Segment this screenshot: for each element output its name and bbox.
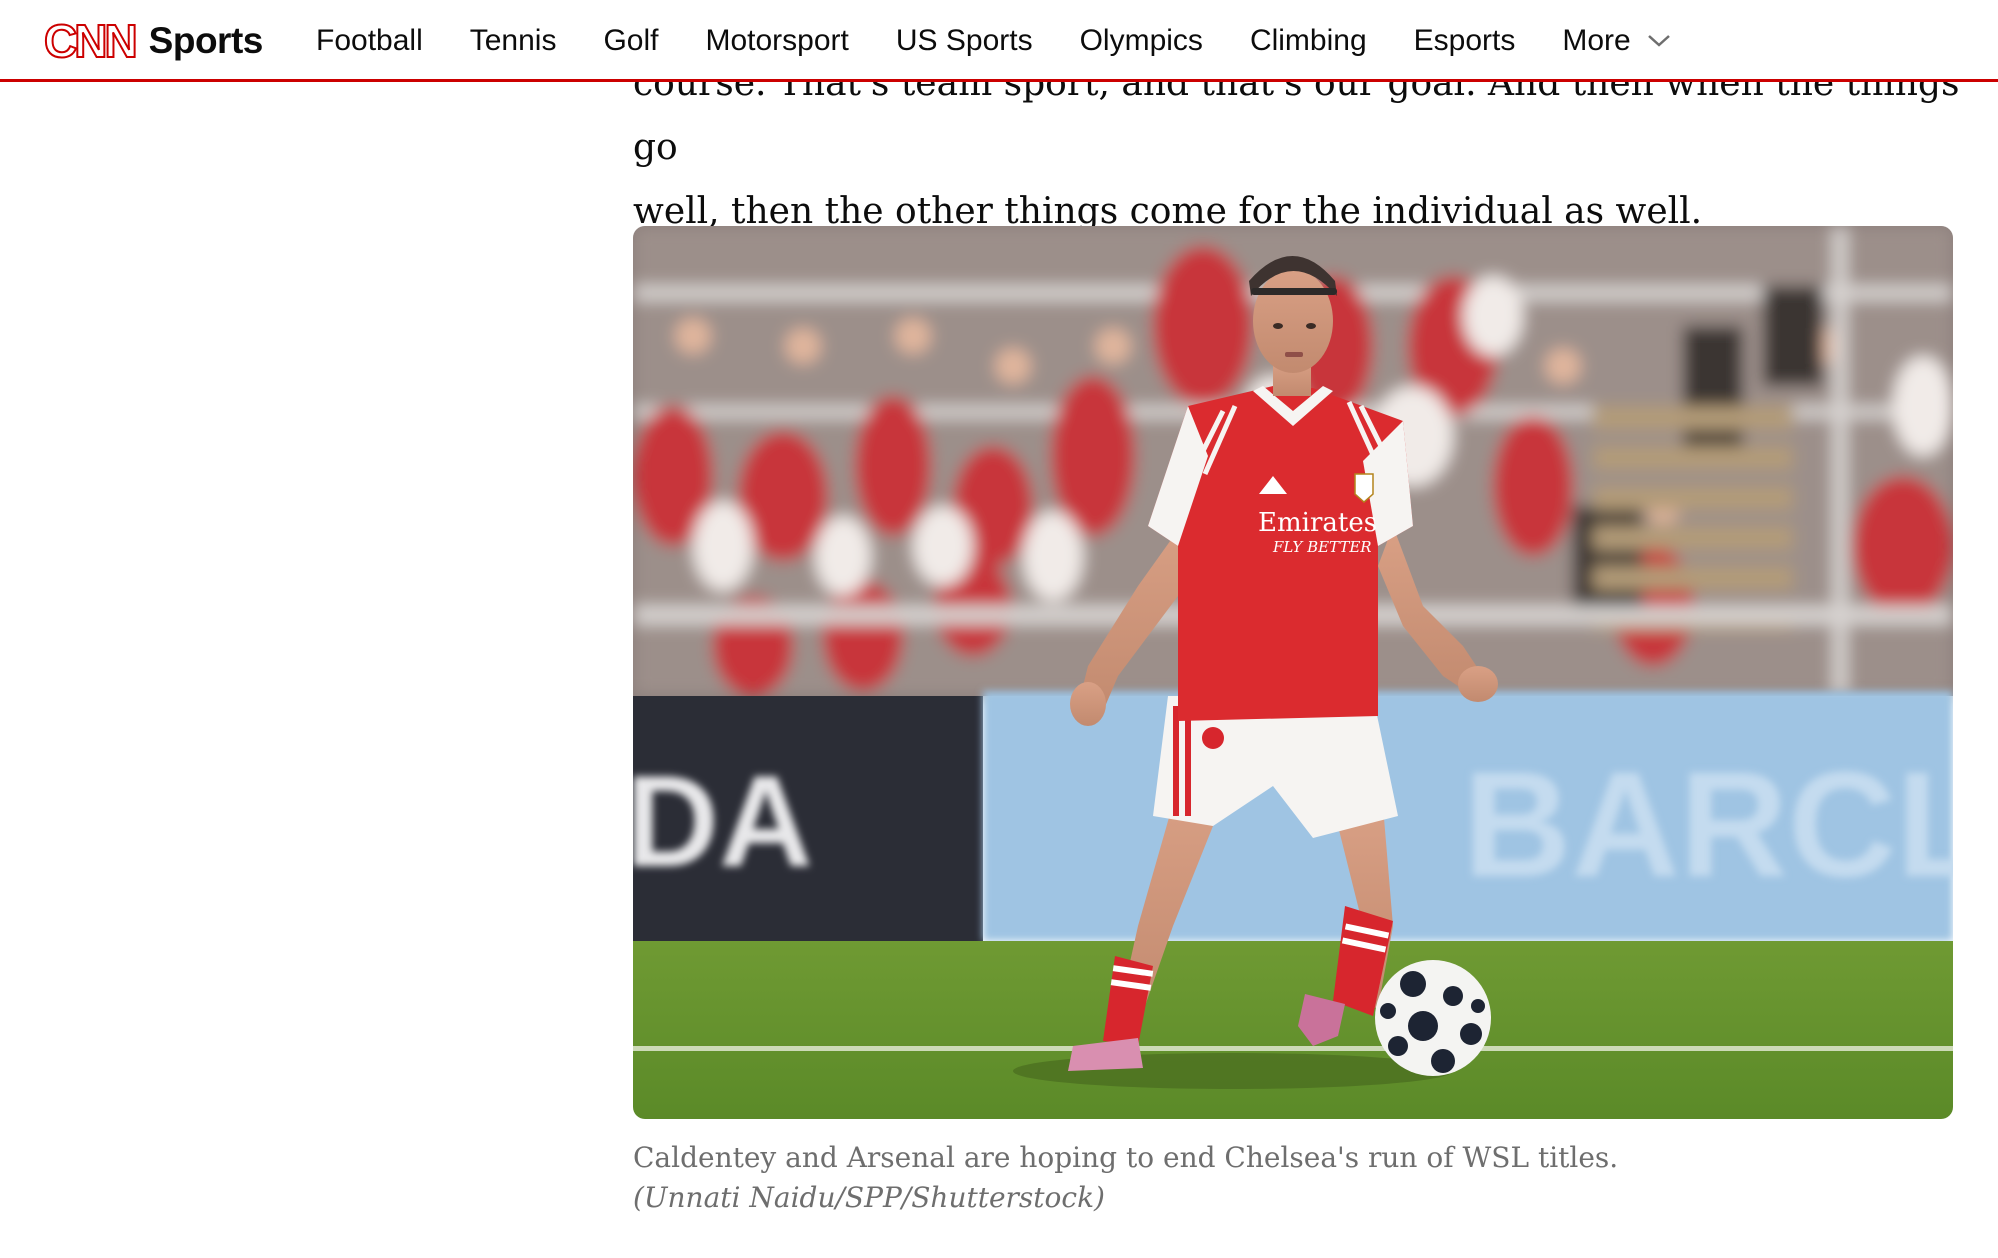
nav-item-golf[interactable]: Golf — [603, 24, 658, 58]
ad-board-right-text: BARCL — [1463, 740, 1953, 908]
article-photo[interactable]: DA BARCL Emirates FLY BETTER — [633, 226, 1953, 1119]
chevron-down-icon — [1647, 35, 1670, 47]
nav-item-olympics[interactable]: Olympics — [1080, 24, 1203, 58]
nav-item-climbing[interactable]: Climbing — [1250, 24, 1367, 58]
shirt-sponsor-text: Emirates — [1258, 508, 1377, 538]
ad-board-left-text: DA — [633, 748, 813, 894]
section-label[interactable]: Sports — [149, 20, 264, 62]
caption-text: Caldentey and Arsenal are hoping to end … — [633, 1141, 1619, 1174]
section-nav: Football Tennis Golf Motorsport US Sport… — [316, 0, 1671, 82]
nav-more-button[interactable]: More — [1562, 24, 1670, 58]
nav-more-label: More — [1562, 24, 1631, 57]
shirt-tagline-text: FLY BETTER — [1272, 538, 1372, 556]
photo-credit: (Unnati Naidu/SPP/Shutterstock) — [633, 1181, 1105, 1214]
top-navigation: CNN Sports Football Tennis Golf Motorspo… — [0, 0, 1998, 82]
cnn-sports-logo[interactable]: CNN Sports — [43, 17, 264, 65]
football-player-image: DA BARCL Emirates FLY BETTER — [633, 226, 1953, 1119]
nav-item-motorsport[interactable]: Motorsport — [705, 24, 848, 58]
nav-item-us-sports[interactable]: US Sports — [896, 24, 1033, 58]
nav-item-football[interactable]: Football — [316, 24, 423, 58]
cnn-logo[interactable]: CNN — [43, 17, 139, 65]
image-caption: Caldentey and Arsenal are hoping to end … — [633, 1138, 1713, 1218]
nav-item-tennis[interactable]: Tennis — [470, 24, 557, 58]
nav-item-esports[interactable]: Esports — [1414, 24, 1516, 58]
